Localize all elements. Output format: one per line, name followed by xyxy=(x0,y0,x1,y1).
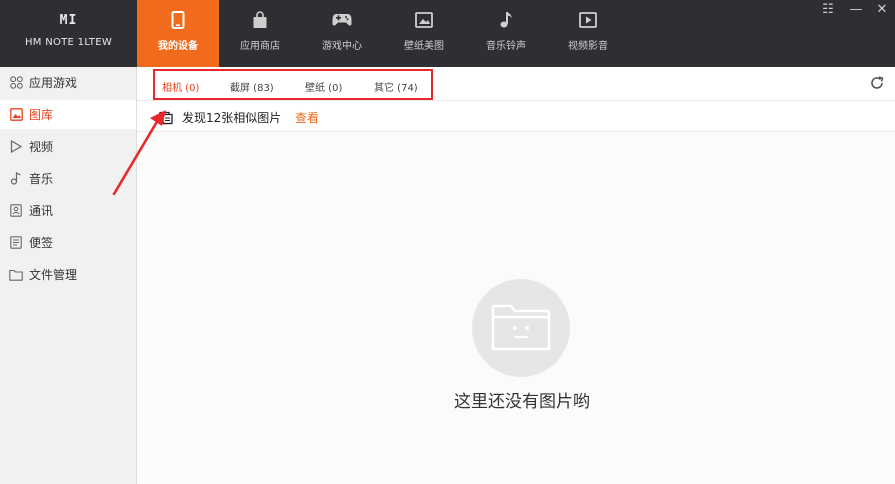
contacts-icon xyxy=(9,204,23,218)
tab-wallpaper[interactable]: 壁纸美图 xyxy=(383,0,465,67)
video-play-icon xyxy=(547,10,629,30)
top-bar: MI HM NOTE 1LTEW 我的设备 应用商店 游戏中心 壁纸美图 音乐铃… xyxy=(0,0,895,67)
tab-label: 音乐铃声 xyxy=(486,41,526,52)
sidebar-item-label: 音乐 xyxy=(29,172,54,186)
phone-icon xyxy=(137,10,219,30)
tab-label: 应用商店 xyxy=(240,41,280,52)
tab-music[interactable]: 音乐铃声 xyxy=(465,0,547,67)
tab-game-center[interactable]: 游戏中心 xyxy=(301,0,383,67)
tab-others[interactable]: 其它 (74) xyxy=(374,79,418,94)
sidebar-item-gallery[interactable]: 图库 xyxy=(0,100,136,129)
close-button[interactable]: ✕ xyxy=(871,2,893,20)
device-model: HM NOTE 1LTEW xyxy=(24,37,113,48)
sidebar-item-apps[interactable]: 应用游戏 xyxy=(0,68,136,97)
sidebar-item-label: 便签 xyxy=(29,236,54,250)
wallpaper-icon xyxy=(383,10,465,30)
menu-button[interactable]: ☷ xyxy=(817,2,839,20)
music-note-icon xyxy=(465,10,547,30)
tab-label: 游戏中心 xyxy=(322,41,362,52)
minimize-button[interactable]: — xyxy=(845,2,867,20)
sidebar-item-label: 通讯 xyxy=(29,204,54,218)
sidebar-item-contacts[interactable]: 通讯 xyxy=(0,196,136,225)
play-icon xyxy=(9,140,23,154)
view-link[interactable]: 查看 xyxy=(295,109,319,126)
sidebar-item-file-manager[interactable]: 文件管理 xyxy=(0,260,136,289)
tab-wallpapers[interactable]: 壁纸 (0) xyxy=(305,79,342,94)
sidebar-item-label: 视频 xyxy=(29,140,54,154)
notes-icon xyxy=(9,236,23,250)
tab-label: 视频影音 xyxy=(568,41,608,52)
apps-icon xyxy=(9,76,23,90)
sidebar: 应用游戏 图库 视频 音乐 通讯 便签 文件管理 xyxy=(0,67,137,484)
tab-label: 我的设备 xyxy=(158,41,198,52)
refresh-icon[interactable] xyxy=(869,75,885,91)
tab-camera[interactable]: 相机 (0) xyxy=(162,79,199,94)
sidebar-item-video[interactable]: 视频 xyxy=(0,132,136,161)
sidebar-item-label: 图库 xyxy=(29,108,54,122)
sidebar-item-notes[interactable]: 便签 xyxy=(0,228,136,257)
sidebar-item-label: 文件管理 xyxy=(29,268,78,282)
empty-state-text: 这里还没有图片哟 xyxy=(454,392,590,412)
notice-text: 发现12张相似图片 xyxy=(182,111,282,125)
tab-screenshots[interactable]: 截屏 (83) xyxy=(230,79,274,94)
bag-icon xyxy=(219,10,301,30)
similar-photos-icon xyxy=(159,110,173,125)
folder-icon xyxy=(9,268,23,282)
gamepad-icon xyxy=(301,10,383,30)
sidebar-item-label: 应用游戏 xyxy=(29,76,78,90)
tab-label: 壁纸美图 xyxy=(404,41,444,52)
gallery-panel: 相机 (0) 截屏 (83) 壁纸 (0) 其它 (74) 发现12张相似图片 … xyxy=(137,67,895,484)
sidebar-item-music[interactable]: 音乐 xyxy=(0,164,136,193)
mi-logo: MI xyxy=(59,13,78,28)
tab-app-store[interactable]: 应用商店 xyxy=(219,0,301,67)
device-info[interactable]: MI HM NOTE 1LTEW xyxy=(0,0,137,67)
empty-folder-illustration xyxy=(472,279,570,377)
tab-my-device[interactable]: 我的设备 xyxy=(137,0,219,67)
gallery-tab-bar: 相机 (0) 截屏 (83) 壁纸 (0) 其它 (74) xyxy=(137,67,895,101)
gallery-icon xyxy=(9,108,23,122)
music-icon xyxy=(9,172,23,186)
tab-video[interactable]: 视频影音 xyxy=(547,0,629,67)
similar-photos-notice: 发现12张相似图片 查看 xyxy=(137,101,895,132)
